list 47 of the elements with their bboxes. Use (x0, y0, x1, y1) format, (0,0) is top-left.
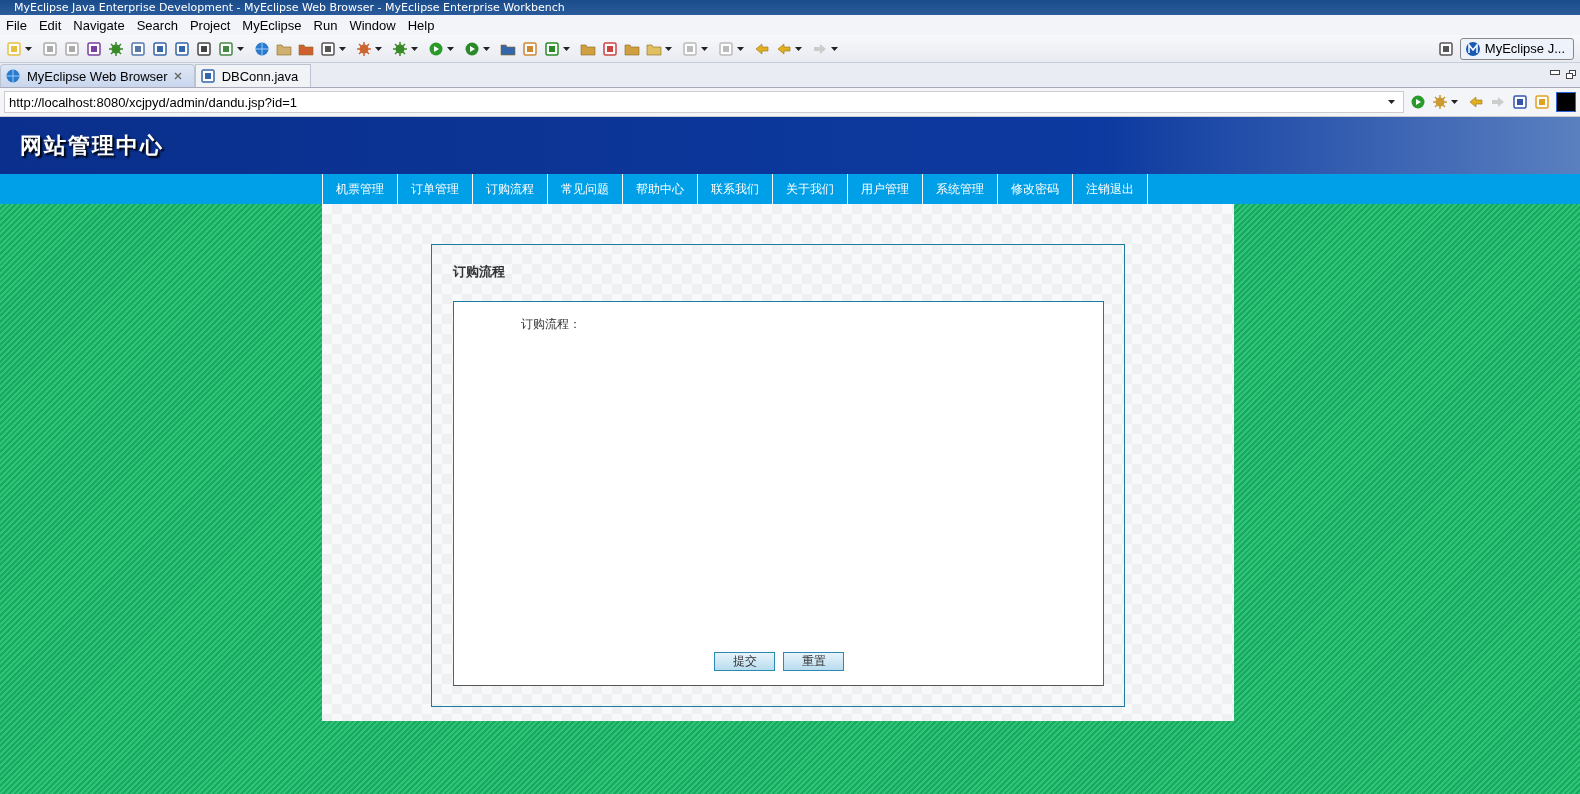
play-icon[interactable] (428, 40, 444, 57)
window-title: MyEclipse Java Enterprise Development - MyEclipse Web Browser - MyEclipse Enterprise Workbench (14, 1, 565, 14)
reset-button[interactable]: 重置 (783, 652, 844, 671)
menu-item[interactable]: Search (130, 17, 184, 33)
menu-item[interactable]: Window (343, 17, 402, 33)
url-field[interactable]: http://localhost:8080/xcjpyd/admin/dandu.jsp?id=1 (4, 91, 1404, 113)
globe-icon[interactable] (5, 68, 21, 84)
dropdown-caret-icon[interactable] (447, 46, 454, 51)
field-label: 订购流程： (521, 316, 582, 333)
perspective-button[interactable]: MyEclipse J... (1459, 37, 1574, 60)
minimize-icon[interactable] (1550, 70, 1560, 76)
dropdown-caret-icon[interactable] (1388, 100, 1395, 104)
dropdown-caret-icon[interactable] (483, 46, 490, 51)
menu-item[interactable]: Edit (32, 17, 68, 33)
arrow-left-icon[interactable] (1468, 94, 1484, 110)
dropdown-caret-icon[interactable] (563, 46, 570, 51)
menu-item[interactable]: Navigate (67, 17, 131, 33)
panel-title: 订购流程 (453, 263, 506, 281)
dropdown-caret-icon[interactable] (411, 46, 418, 51)
play-icon[interactable] (1410, 94, 1426, 110)
dropdown-caret-icon[interactable] (25, 46, 32, 51)
dropdown-caret-icon[interactable] (339, 46, 346, 51)
dropdown-caret-icon[interactable] (375, 46, 382, 51)
dropdown-caret-icon[interactable] (237, 46, 244, 51)
dropdown-caret-icon[interactable] (1451, 100, 1458, 104)
restore-icon[interactable] (1566, 70, 1576, 79)
dropdown-caret-icon[interactable] (737, 46, 744, 51)
dropdown-caret-icon[interactable] (665, 46, 672, 51)
dropdown-caret-icon[interactable] (831, 46, 838, 51)
menu-item[interactable]: Run (307, 17, 344, 33)
play-icon[interactable] (464, 40, 480, 57)
menu-item[interactable]: File (0, 17, 33, 33)
gear-icon[interactable] (356, 40, 372, 57)
arrow-left-icon[interactable] (754, 40, 770, 57)
globe-icon[interactable] (254, 40, 270, 57)
dropdown-caret-icon[interactable] (701, 46, 708, 51)
menu-item[interactable]: MyEclipse (236, 17, 308, 33)
close-icon[interactable] (173, 72, 182, 80)
logo-icon (1464, 40, 1481, 57)
color-swatch (1556, 92, 1576, 112)
editor-tab[interactable]: MyEclipse Web Browser (0, 64, 195, 87)
menu-item[interactable]: Project (183, 17, 237, 33)
editor-tab[interactable]: DBConn.java (194, 64, 312, 87)
site-title: 网站管理中心 (20, 131, 164, 160)
dropdown-caret-icon[interactable] (795, 46, 802, 51)
menu-item[interactable]: Help (401, 17, 441, 33)
submit-button[interactable]: 提交 (714, 652, 775, 671)
